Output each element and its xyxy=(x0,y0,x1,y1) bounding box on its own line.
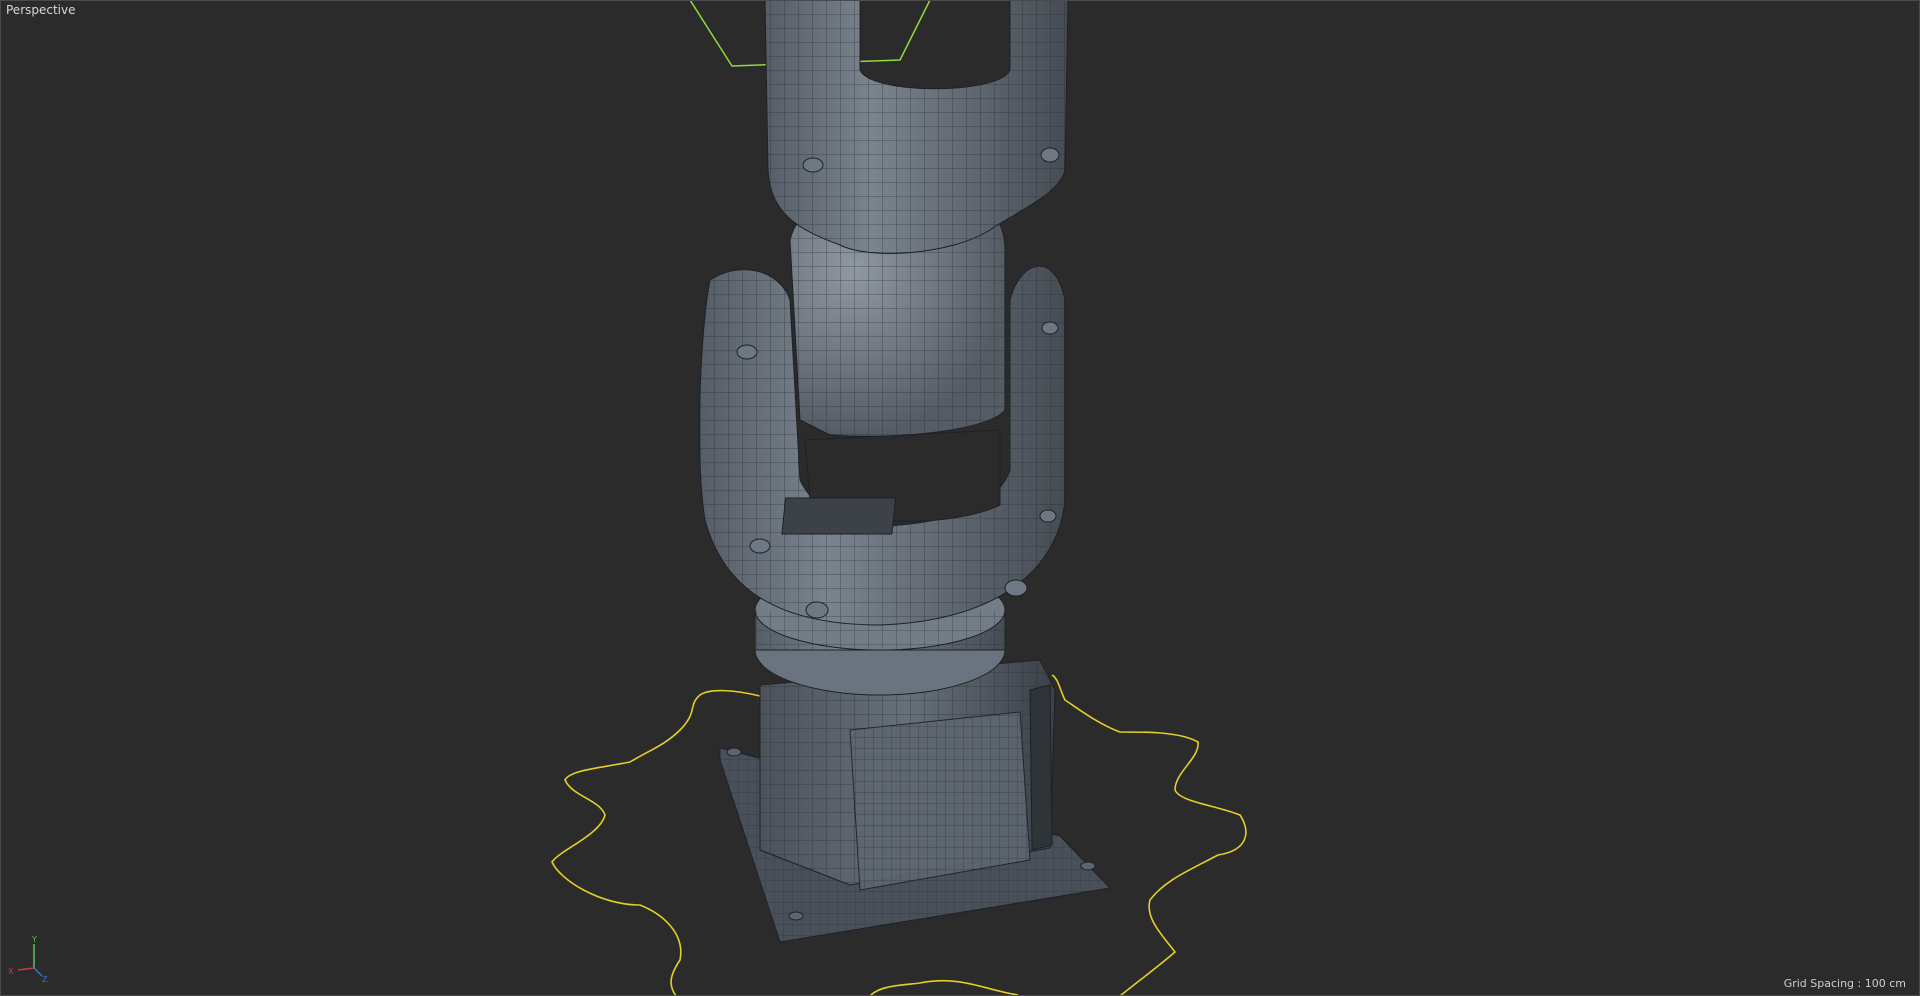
x-axis-label: X xyxy=(8,967,14,976)
perspective-viewport[interactable]: Perspective Y X Z Grid Spacing : 100 cm xyxy=(0,0,1920,996)
z-axis-label: Z xyxy=(42,975,48,982)
y-axis-label: Y xyxy=(31,935,37,944)
scene-canvas[interactable] xyxy=(0,0,1920,996)
grid-spacing-label: Grid Spacing : 100 cm xyxy=(1783,977,1906,990)
x-axis-icon xyxy=(17,967,35,971)
axis-gizmo: Y X Z xyxy=(8,935,48,982)
camera-label[interactable]: Perspective xyxy=(6,3,76,17)
z-axis-icon xyxy=(33,967,43,977)
